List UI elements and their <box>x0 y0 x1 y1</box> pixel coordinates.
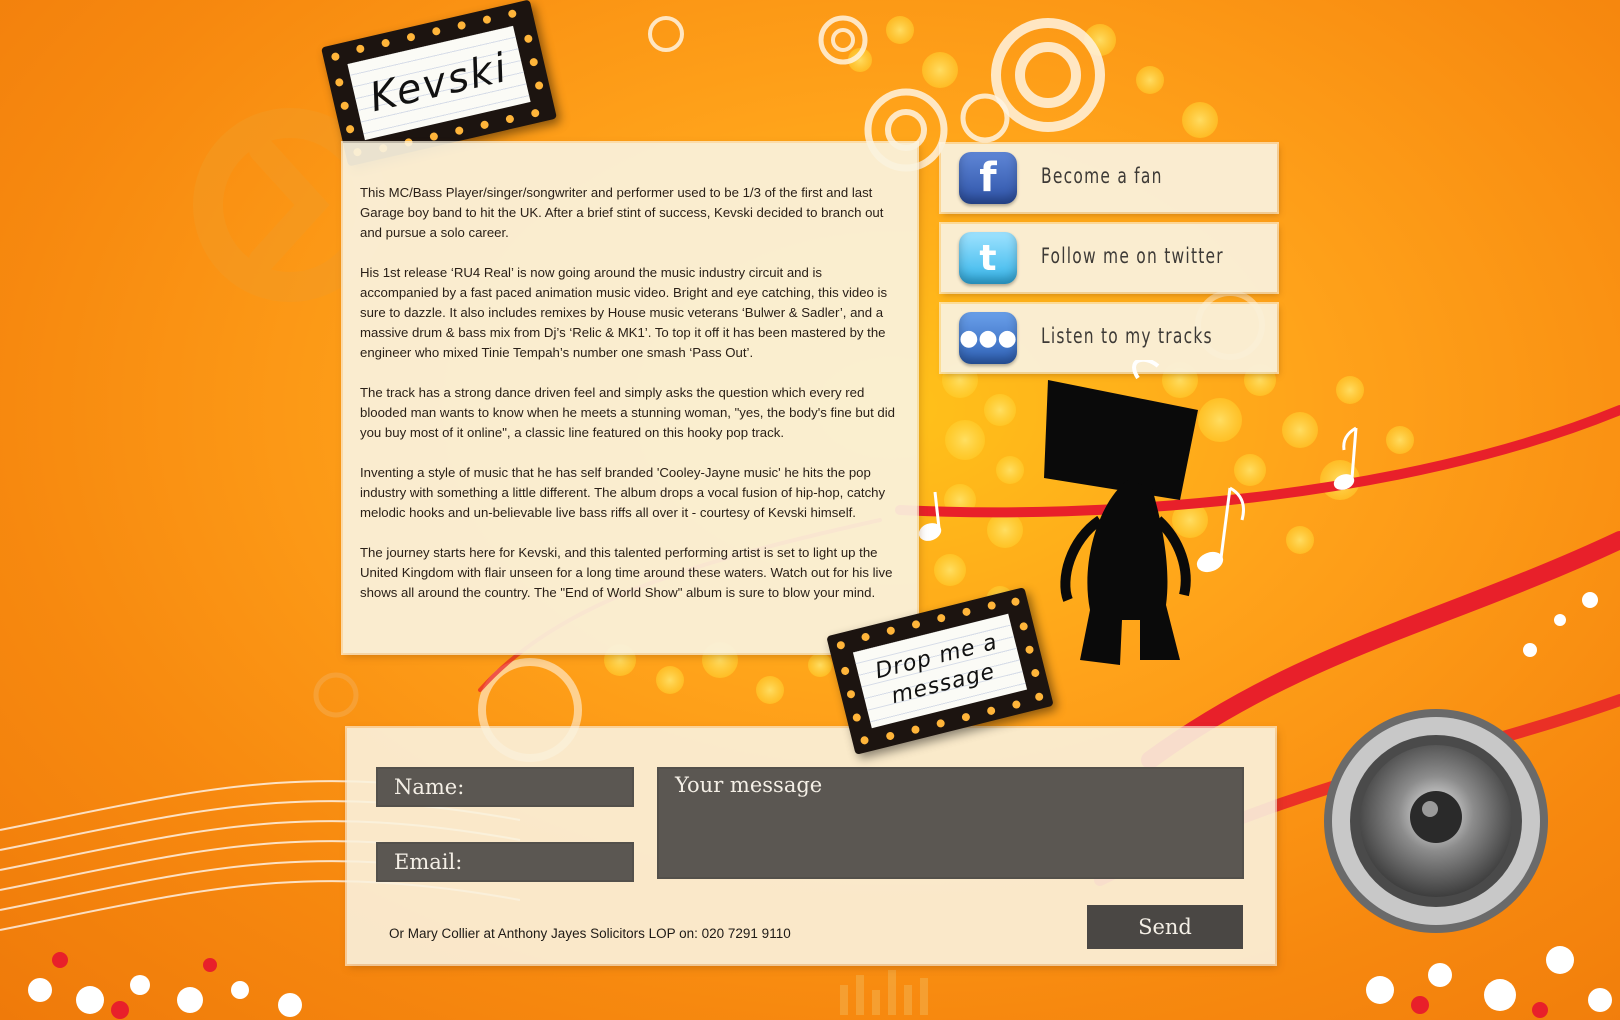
bio-paragraph: Inventing a style of music that he has s… <box>360 465 886 520</box>
facebook-icon: f <box>959 152 1017 204</box>
email-input[interactable] <box>376 842 634 882</box>
facebook-label: Become a fan <box>1041 164 1163 188</box>
bio-text: This MC/Bass Player/singer/songwriter an… <box>360 183 900 623</box>
myspace-icon: ●●● <box>959 312 1017 364</box>
bio-paragraph: His 1st release ‘RU4 Real’ is now going … <box>360 265 888 360</box>
twitter-follow-button[interactable]: t Follow me on twitter <box>941 224 1277 292</box>
bio-paragraph: This MC/Bass Player/singer/songwriter an… <box>360 185 884 240</box>
myspace-label: Listen to my tracks <box>1041 324 1213 348</box>
twitter-label: Follow me on twitter <box>1041 244 1224 268</box>
bio-panel: This MC/Bass Player/singer/songwriter an… <box>343 143 917 653</box>
bio-paragraph: The track has a strong dance driven feel… <box>360 385 896 440</box>
message-input[interactable] <box>657 767 1244 879</box>
facebook-fan-button[interactable]: f Become a fan <box>941 144 1277 212</box>
tv-head-character <box>1044 360 1198 665</box>
twitter-icon: t <box>959 232 1017 284</box>
alt-contact-text: Or Mary Collier at Anthony Jayes Solicit… <box>389 926 791 941</box>
name-input[interactable] <box>376 767 634 807</box>
send-button[interactable]: Send <box>1087 905 1243 949</box>
speaker-graphic <box>1324 709 1548 933</box>
bio-paragraph: The journey starts here for Kevski, and … <box>360 545 893 600</box>
contact-form: Or Mary Collier at Anthony Jayes Solicit… <box>347 728 1275 964</box>
